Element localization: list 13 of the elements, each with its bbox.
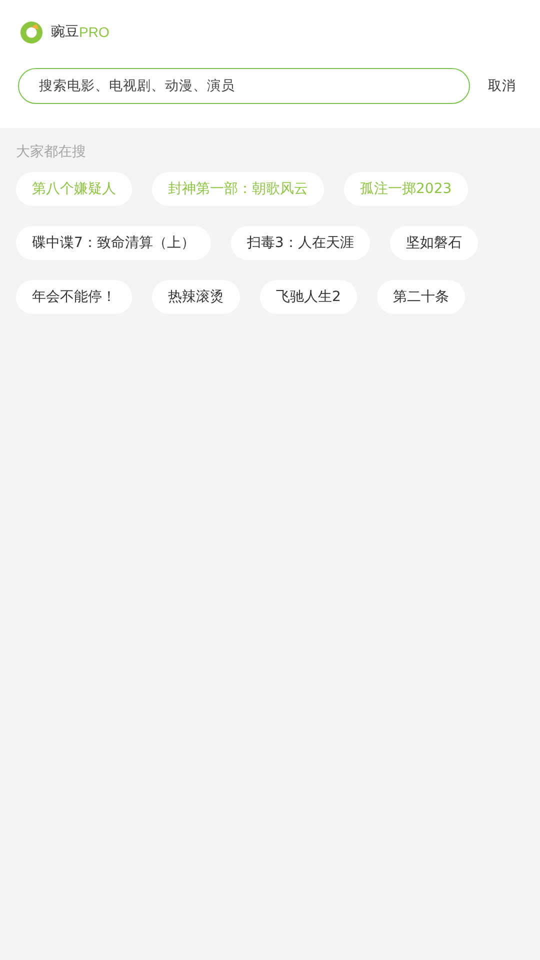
search-tag[interactable]: 扫毒3：人在天涯 [230,226,370,260]
section-title: 大家都在搜 [16,143,87,162]
search-tag[interactable]: 碟中谍7：致命清算（上） [16,226,211,260]
search-tag[interactable]: 飞驰人生2 [260,280,357,314]
cancel-button[interactable]: 取消 [488,75,516,97]
app-name: 豌豆 [51,23,79,41]
app-edition: PRO [79,24,110,40]
search-tag[interactable]: 第二十条 [376,280,465,314]
search-field[interactable]: 搜索电影、电视剧、动漫、演员 [18,68,470,104]
search-tag[interactable]: 年会不能停！ [16,280,132,314]
search-tag[interactable]: 坚如磐石 [390,226,478,260]
logo-icon [20,20,43,44]
search-tag[interactable]: 热辣滚烫 [152,280,240,314]
